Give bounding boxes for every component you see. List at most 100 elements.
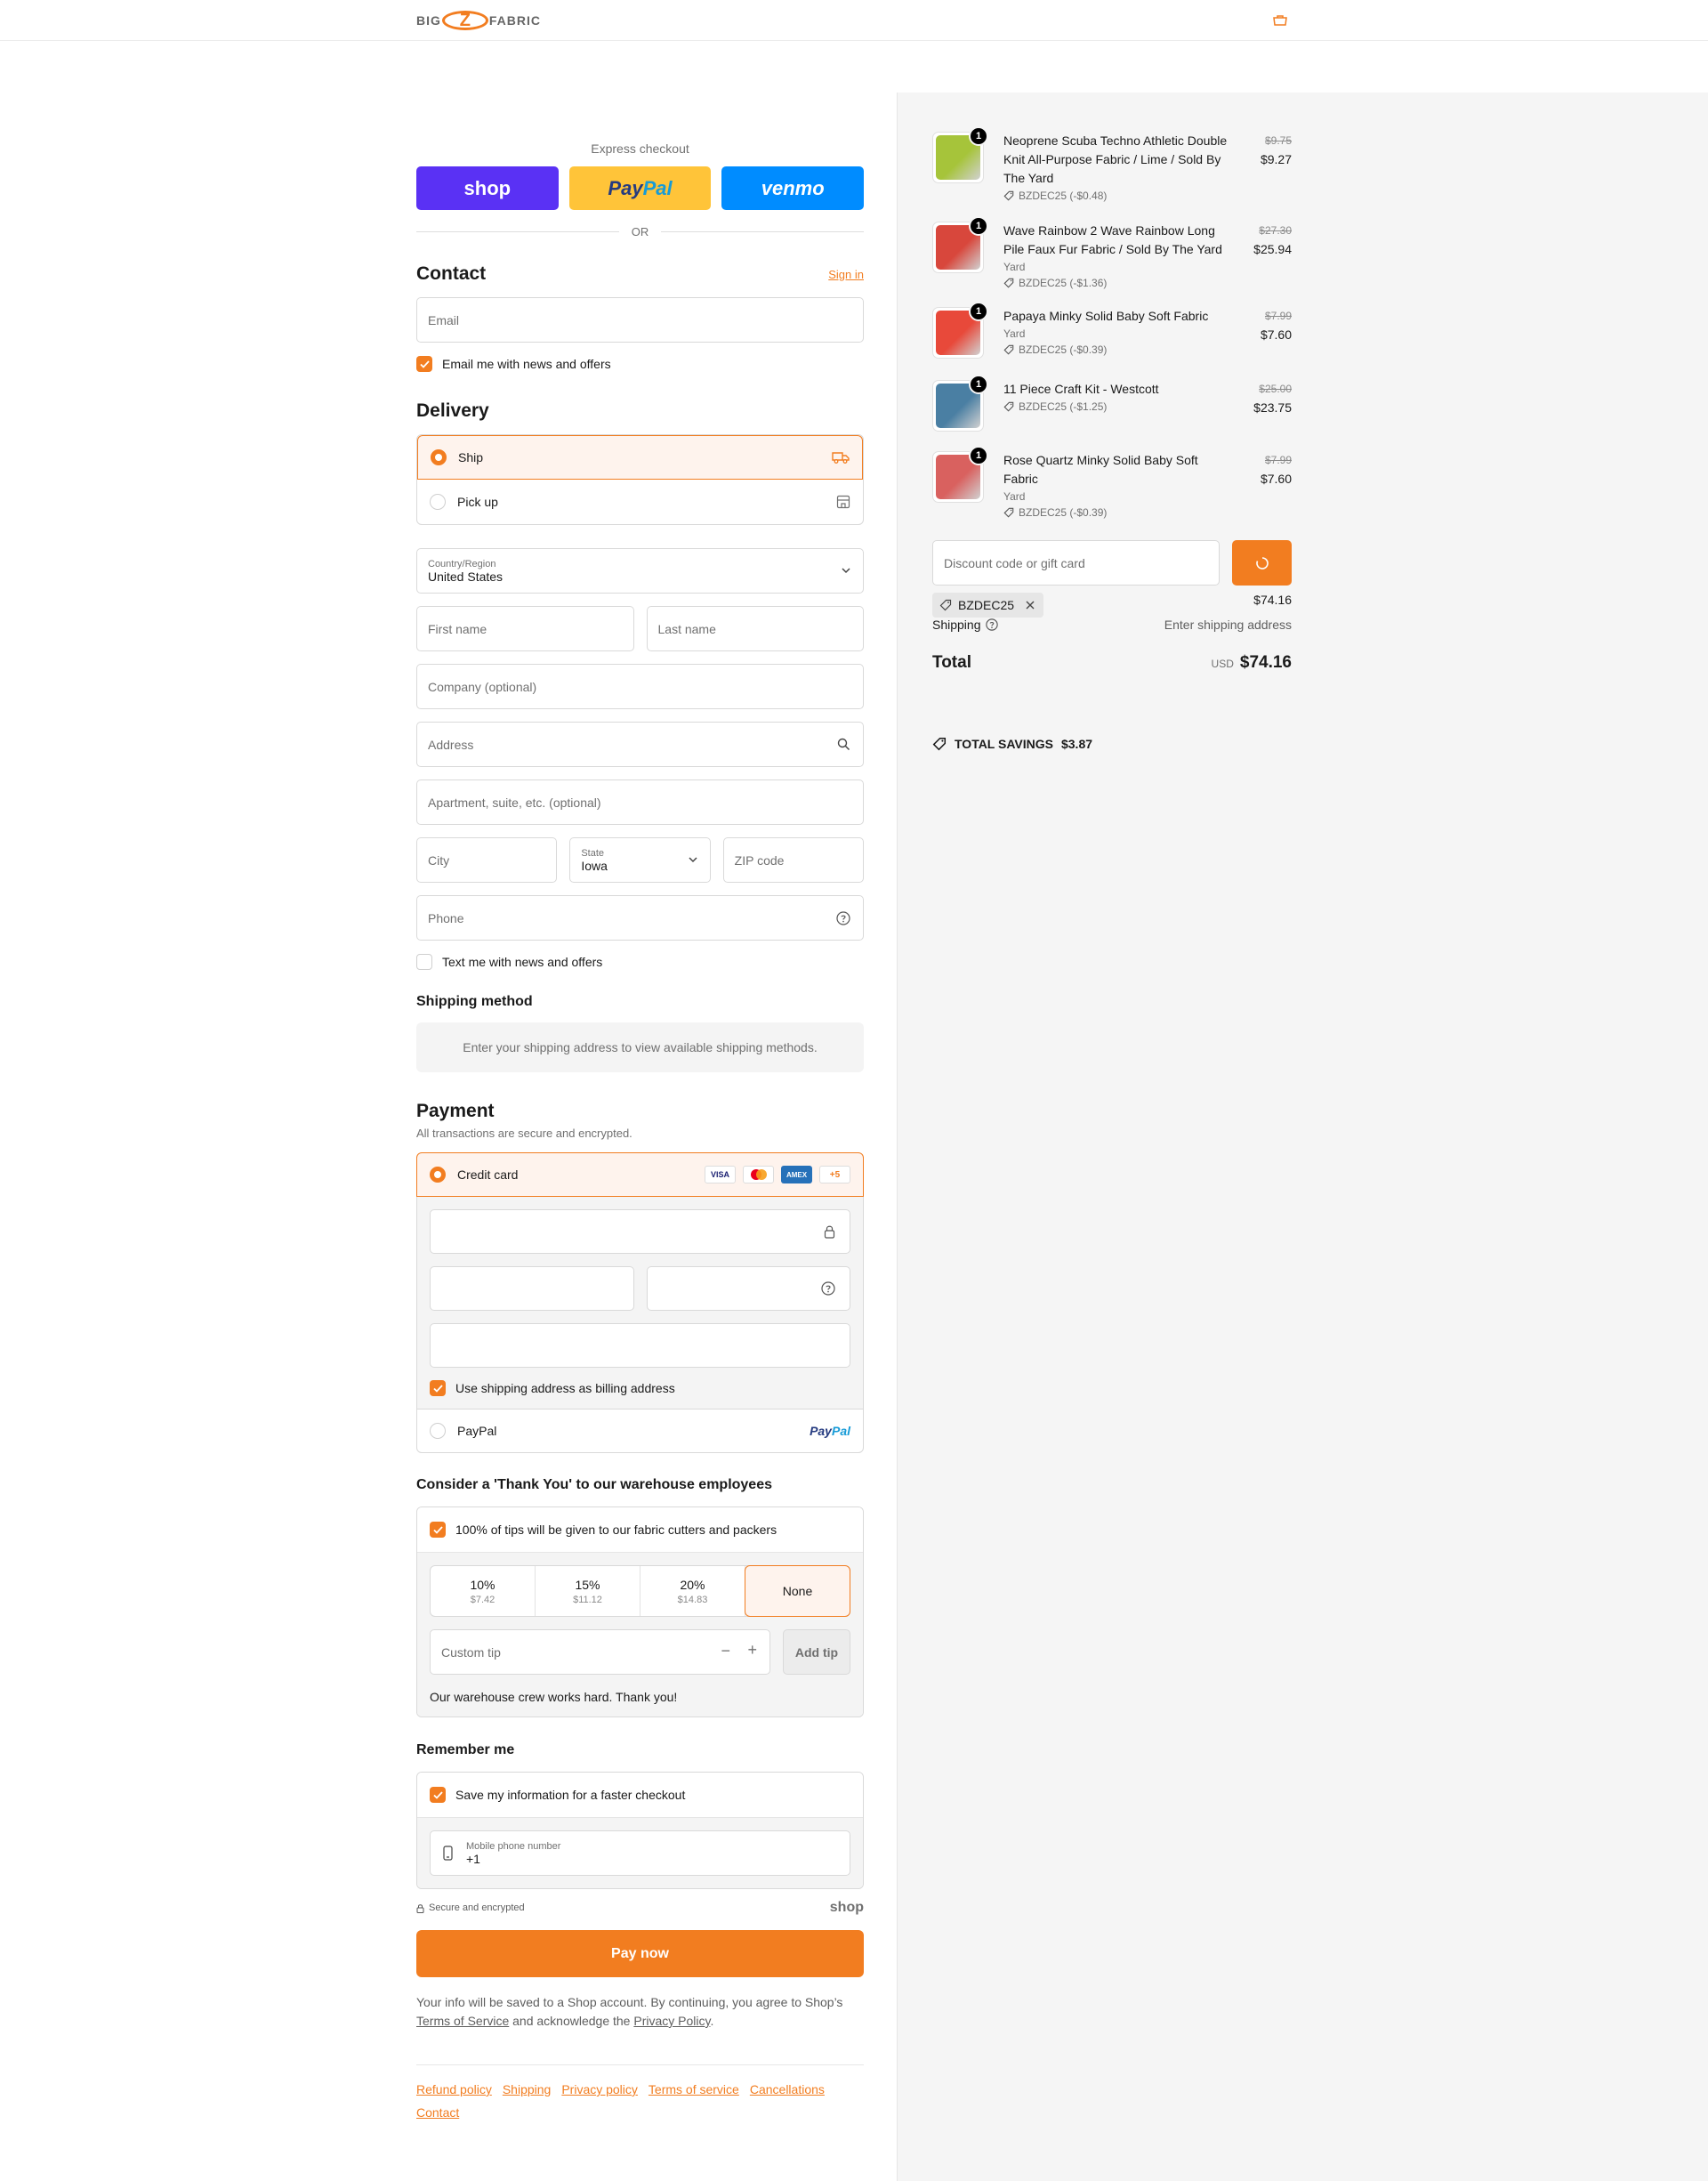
discount-row: Discount code or gift card	[932, 540, 1292, 586]
mobile-phone-field[interactable]: Mobile phone number +1	[430, 1830, 850, 1876]
card-name-field[interactable]	[430, 1323, 850, 1368]
chevron-down-icon	[842, 568, 850, 574]
company-field[interactable]: Company (optional)	[416, 664, 864, 709]
terms-link[interactable]: Terms of Service	[416, 2014, 509, 2028]
line-item: 1 Papaya Minky Solid Baby Soft Fabric Ya…	[932, 302, 1292, 359]
cancellations-link[interactable]: Cancellations	[750, 2082, 825, 2096]
delivery-ship-option[interactable]: Ship	[417, 435, 863, 480]
brand-logo[interactable]: BIG Z FABRIC	[416, 9, 541, 32]
help-icon[interactable]	[836, 911, 850, 925]
tip-check-label: 100% of tips will be given to our fabric…	[455, 1523, 777, 1537]
tip-option-10[interactable]: 10% $7.42	[431, 1566, 536, 1616]
text-news-checkbox[interactable]: Text me with news and offers	[416, 954, 864, 970]
truck-icon	[832, 452, 850, 464]
or-divider: OR	[416, 225, 864, 238]
custom-tip-field[interactable]: Custom tip − +	[430, 1629, 770, 1675]
radio-selected	[430, 1167, 446, 1183]
phone-field[interactable]: Phone	[416, 895, 864, 941]
tip-pct: 10%	[470, 1577, 495, 1592]
subtotal-value: $74.16	[1253, 593, 1292, 607]
checkout-form: Express checkout shop Pay Pal venmo OR Co…	[416, 93, 865, 2124]
zip-field[interactable]: ZIP code	[722, 837, 864, 883]
tag-icon	[1003, 344, 1014, 355]
search-icon	[837, 738, 850, 751]
remember-checkbox[interactable]: Save my information for a faster checkou…	[417, 1773, 863, 1817]
close-icon[interactable]	[1024, 599, 1036, 611]
contact-title: Contact	[416, 263, 487, 284]
contact-link[interactable]: Contact	[416, 2105, 459, 2120]
shop-pay-button[interactable]: shop	[416, 166, 559, 210]
checkmark-icon	[416, 356, 432, 372]
last-name-field[interactable]: Last name	[646, 606, 864, 651]
shipping-row: Shipping Enter shipping address	[932, 618, 1292, 632]
item-old-price: $9.75	[1264, 134, 1292, 147]
card-brand-logos: VISA AMEX +5	[705, 1166, 850, 1183]
item-variant: Yard	[1003, 490, 1026, 503]
visa-icon: VISA	[705, 1166, 736, 1183]
tip-checkbox[interactable]: 100% of tips will be given to our fabric…	[417, 1507, 863, 1552]
phone-placeholder: Phone	[428, 910, 464, 925]
pay-now-button[interactable]: Pay now	[416, 1930, 864, 1977]
credit-card-label: Credit card	[457, 1167, 519, 1182]
fine-print: Your info will be saved to a Shop accoun…	[416, 1993, 864, 2031]
item-name: 11 Piece Craft Kit - Westcott	[1003, 382, 1159, 396]
shipping-method-title: Shipping method	[416, 994, 533, 1009]
checkmark-icon	[430, 1522, 446, 1538]
shop-logo: shop	[829, 1900, 864, 1915]
first-name-field[interactable]: First name	[416, 606, 634, 651]
tip-title: Consider a 'Thank You' to our warehouse …	[416, 1477, 772, 1492]
savings-value: $3.87	[1060, 737, 1093, 751]
tip-option-none[interactable]: None	[745, 1565, 850, 1617]
state-select[interactable]: State Iowa	[569, 837, 711, 883]
savings-label: TOTAL SAVINGS	[955, 737, 1053, 751]
help-icon[interactable]	[985, 618, 998, 631]
item-price: $27.30 $25.94	[1229, 222, 1292, 291]
privacy-link[interactable]: Privacy Policy	[633, 2014, 710, 2028]
refund-policy-link[interactable]: Refund policy	[416, 2082, 492, 2096]
email-news-checkbox[interactable]: Email me with news and offers	[416, 356, 864, 372]
item-discount: BZDEC25 (-$0.39)	[1003, 505, 1229, 521]
tip-option-20[interactable]: 20% $14.83	[640, 1566, 745, 1616]
help-icon[interactable]	[821, 1281, 835, 1296]
billing-same-checkbox[interactable]: Use shipping address as billing address	[430, 1380, 850, 1396]
cart-icon[interactable]	[1272, 14, 1288, 26]
shipping-link[interactable]: Shipping	[503, 2082, 552, 2096]
country-select[interactable]: Country/Region United States	[416, 548, 864, 594]
card-cvv-field[interactable]	[646, 1266, 850, 1311]
item-price: $7.99 $7.60	[1229, 307, 1292, 359]
line-item: 1 11 Piece Craft Kit - Westcott BZDEC25 …	[932, 375, 1292, 432]
terms-of-service-link[interactable]: Terms of service	[649, 2082, 739, 2096]
address-field[interactable]: Address	[416, 722, 864, 767]
tip-option-15[interactable]: 15% $11.12	[536, 1566, 640, 1616]
express-buttons: shop Pay Pal venmo	[416, 166, 865, 210]
item-thumbnail: 1	[932, 126, 988, 183]
country-value: United States	[428, 569, 504, 584]
credit-card-option[interactable]: Credit card VISA AMEX +5	[416, 1152, 864, 1197]
tag-icon	[939, 599, 952, 611]
billing-same-label: Use shipping address as billing address	[455, 1381, 675, 1395]
paypal-button[interactable]: Pay Pal	[568, 166, 712, 210]
email-field[interactable]: Email	[416, 297, 864, 343]
card-expiry-field[interactable]	[430, 1266, 634, 1311]
privacy-policy-link[interactable]: Privacy policy	[561, 2082, 638, 2096]
apartment-field[interactable]: Apartment, suite, etc. (optional)	[416, 780, 864, 825]
custom-tip-row: Custom tip − + Add tip	[430, 1629, 850, 1675]
item-discount: BZDEC25 (-$0.48)	[1003, 188, 1229, 204]
venmo-button[interactable]: venmo	[721, 166, 865, 210]
minus-icon[interactable]: −	[721, 1642, 730, 1660]
delivery-pickup-option[interactable]: Pick up	[417, 480, 863, 524]
plus-icon[interactable]: +	[747, 1641, 757, 1660]
city-field[interactable]: City	[416, 837, 558, 883]
tip-amount: $7.42	[470, 1594, 495, 1605]
sign-in-link[interactable]: Sign in	[828, 268, 864, 281]
item-variant: Yard	[1003, 261, 1026, 273]
discount-input[interactable]: Discount code or gift card	[932, 540, 1220, 586]
tag-icon	[932, 737, 947, 751]
item-name: Rose Quartz Minky Solid Baby Soft Fabric	[1003, 453, 1198, 486]
apply-discount-button[interactable]	[1232, 540, 1292, 586]
card-number-field[interactable]	[430, 1209, 850, 1254]
remember-area: Mobile phone number +1	[417, 1817, 863, 1888]
add-tip-button[interactable]: Add tip	[783, 1629, 850, 1675]
mobile-phone-label: Mobile phone number	[466, 1840, 561, 1852]
paypal-option[interactable]: PayPal PayPal	[416, 1409, 864, 1453]
